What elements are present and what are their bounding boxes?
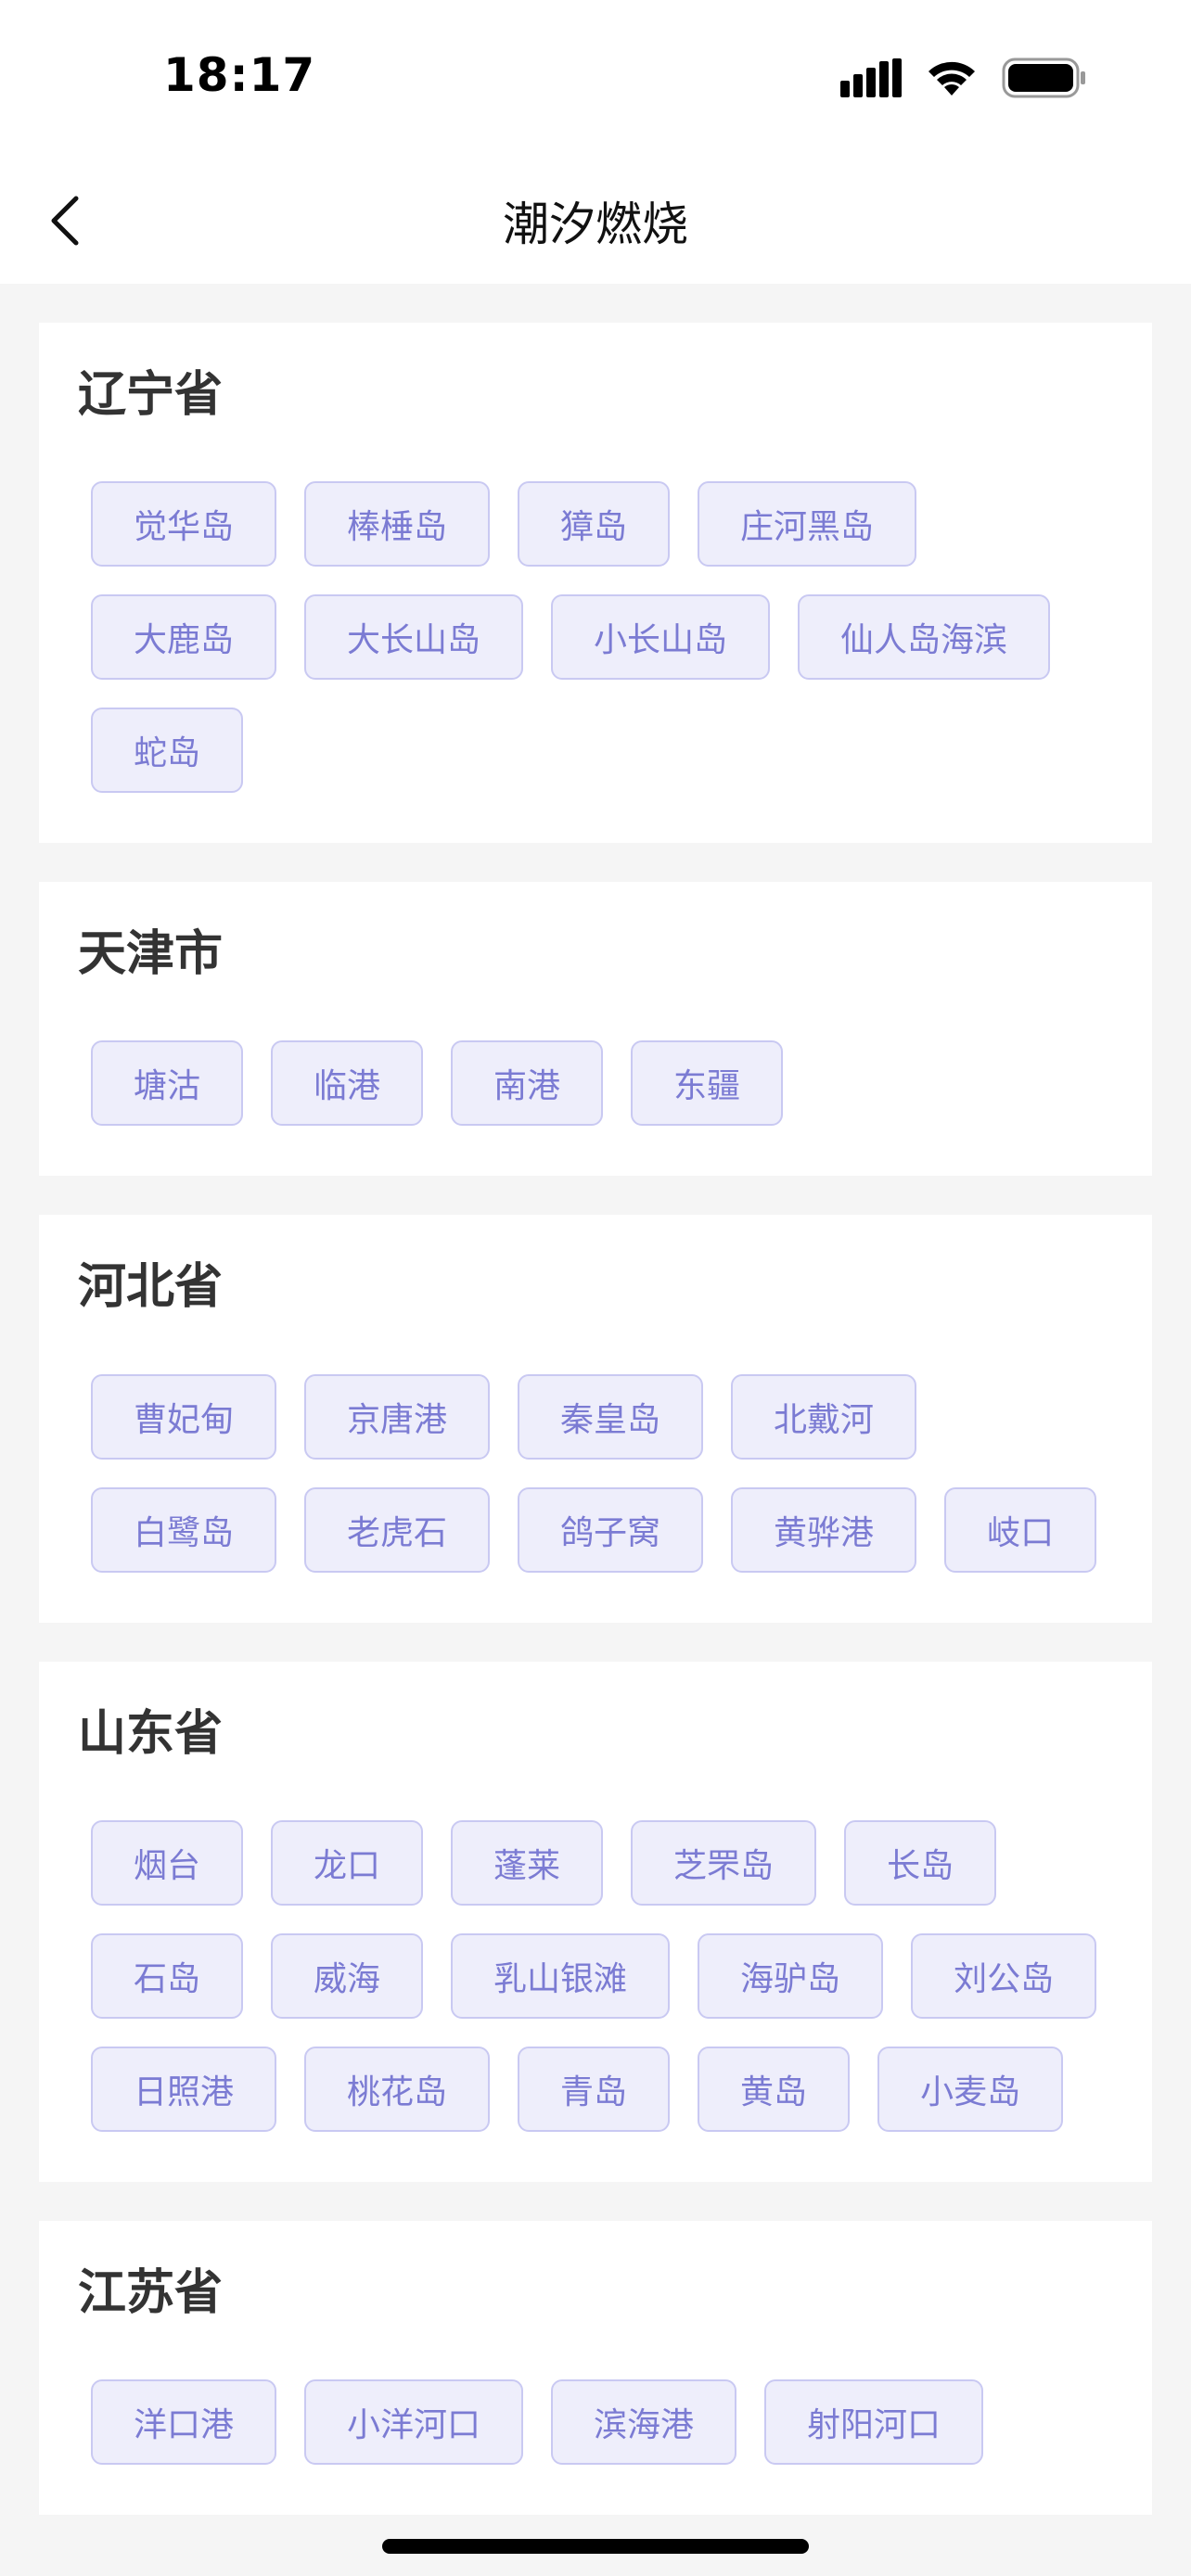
- location-tag-list: 塘沽 临港 南港 东疆: [78, 1040, 1113, 1127]
- location-tag[interactable]: 老虎石: [304, 1486, 491, 1573]
- location-tag[interactable]: 京唐港: [304, 1373, 491, 1460]
- province-section: 江苏省 洋口港 小洋河口 滨海港 射阳河口: [39, 2220, 1152, 2515]
- location-tag-list: 烟台 龙口 蓬莱 芝罘岛 长岛 石岛 威海 乳山银滩 海驴岛 刘公岛 日照港 桃…: [78, 1819, 1113, 2132]
- home-indicator[interactable]: [382, 2539, 809, 2554]
- location-tag[interactable]: 北戴河: [731, 1373, 917, 1460]
- location-tag[interactable]: 刘公岛: [911, 1932, 1097, 2019]
- status-icons: [840, 57, 1087, 102]
- location-tag[interactable]: 烟台: [91, 1819, 244, 1906]
- location-tag[interactable]: 塘沽: [91, 1040, 244, 1127]
- location-tag[interactable]: 小洋河口: [304, 2378, 524, 2465]
- province-title: 山东省: [78, 1705, 224, 1762]
- location-tag[interactable]: 曹妃甸: [91, 1373, 277, 1460]
- province-title: 河北省: [78, 1259, 224, 1316]
- location-tag[interactable]: 威海: [271, 1932, 424, 2019]
- province-section: 河北省 曹妃甸 京唐港 秦皇岛 北戴河 白鹭岛 老虎石 鸽子窝 黄骅港 岐口: [39, 1215, 1152, 1623]
- location-tag[interactable]: 鸽子窝: [518, 1486, 704, 1573]
- location-tag[interactable]: 大鹿岛: [91, 594, 277, 681]
- location-tag[interactable]: 日照港: [91, 2046, 277, 2132]
- province-list: 辽宁省 觉华岛 棒棰岛 獐岛 庄河黑岛 大鹿岛 大长山岛 小长山岛 仙人岛海滨 …: [39, 323, 1152, 2554]
- location-tag[interactable]: 小麦岛: [877, 2046, 1064, 2132]
- location-tag[interactable]: 芝罘岛: [631, 1819, 817, 1906]
- location-tag[interactable]: 长岛: [844, 1819, 997, 1906]
- status-time: 18:17: [163, 48, 316, 102]
- location-tag-list: 曹妃甸 京唐港 秦皇岛 北戴河 白鹭岛 老虎石 鸽子窝 黄骅港 岐口: [78, 1373, 1113, 1573]
- location-tag[interactable]: 洋口港: [91, 2378, 277, 2465]
- location-tag[interactable]: 大长山岛: [304, 594, 524, 681]
- province-title: 江苏省: [78, 2264, 224, 2321]
- location-tag[interactable]: 龙口: [271, 1819, 424, 1906]
- location-tag[interactable]: 海驴岛: [698, 1932, 884, 2019]
- location-tag[interactable]: 青岛: [518, 2046, 671, 2132]
- province-section: 天津市 塘沽 临港 南港 东疆: [39, 882, 1152, 1177]
- location-tag[interactable]: 蓬莱: [451, 1819, 604, 1906]
- location-tag[interactable]: 黄骅港: [731, 1486, 917, 1573]
- location-tag[interactable]: 射阳河口: [764, 2378, 984, 2465]
- wifi-icon: [926, 58, 978, 101]
- location-tag[interactable]: 庄河黑岛: [698, 481, 917, 567]
- cellular-signal-icon: [840, 58, 902, 101]
- location-tag[interactable]: 棒棰岛: [304, 481, 491, 567]
- location-tag[interactable]: 滨海港: [551, 2378, 737, 2465]
- location-tag[interactable]: 东疆: [631, 1040, 784, 1127]
- location-tag[interactable]: 小长山岛: [551, 594, 771, 681]
- location-tag[interactable]: 秦皇岛: [518, 1373, 704, 1460]
- nav-bar: 潮汐燃烧: [0, 158, 1191, 284]
- location-tag[interactable]: 觉华岛: [91, 481, 277, 567]
- location-tag[interactable]: 南港: [451, 1040, 604, 1127]
- location-tag[interactable]: 石岛: [91, 1932, 244, 2019]
- location-tag[interactable]: 乳山银滩: [451, 1932, 671, 2019]
- location-tag[interactable]: 獐岛: [518, 481, 671, 567]
- page-title: 潮汐燃烧: [503, 198, 688, 251]
- location-tag[interactable]: 白鹭岛: [91, 1486, 277, 1573]
- location-tag-list: 洋口港 小洋河口 滨海港 射阳河口: [78, 2378, 1113, 2465]
- location-tag[interactable]: 桃花岛: [304, 2046, 491, 2132]
- battery-icon: [1002, 57, 1087, 102]
- location-tag[interactable]: 黄岛: [698, 2046, 851, 2132]
- province-title: 辽宁省: [78, 367, 224, 423]
- location-tag[interactable]: 蛇岛: [91, 708, 244, 794]
- location-tag[interactable]: 岐口: [944, 1486, 1097, 1573]
- location-tag[interactable]: 仙人岛海滨: [798, 594, 1051, 681]
- status-bar: 18:17: [0, 0, 1191, 158]
- location-tag-list: 觉华岛 棒棰岛 獐岛 庄河黑岛 大鹿岛 大长山岛 小长山岛 仙人岛海滨 蛇岛: [78, 481, 1113, 794]
- province-title: 天津市: [78, 926, 224, 983]
- province-section: 辽宁省 觉华岛 棒棰岛 獐岛 庄河黑岛 大鹿岛 大长山岛 小长山岛 仙人岛海滨 …: [39, 323, 1152, 844]
- location-tag[interactable]: 临港: [271, 1040, 424, 1127]
- province-section: 山东省 烟台 龙口 蓬莱 芝罘岛 长岛 石岛 威海 乳山银滩 海驴岛 刘公岛 日…: [39, 1661, 1152, 2182]
